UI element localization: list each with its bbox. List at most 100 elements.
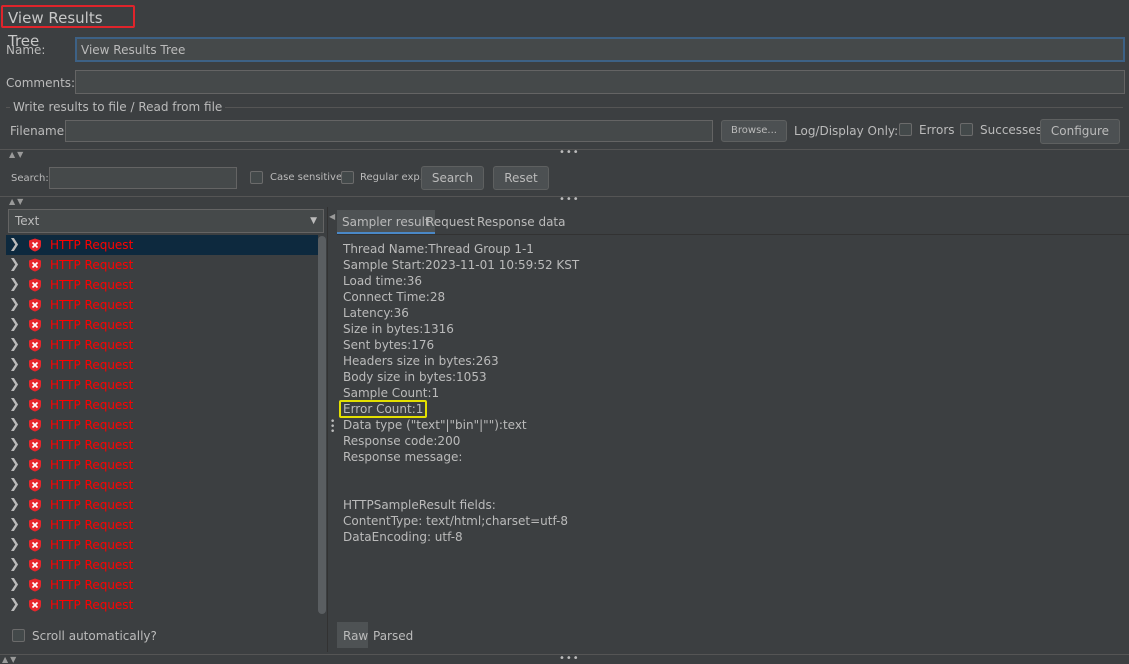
chevron-right-icon[interactable]: ❯ <box>9 455 20 475</box>
detail-text: Data type ("text"|"bin"|""):text <box>343 418 527 432</box>
chevron-right-icon[interactable]: ❯ <box>9 275 20 295</box>
tab-response-data[interactable]: Response data <box>472 210 570 234</box>
name-input[interactable] <box>75 37 1125 62</box>
detail-line: Error Count:1 <box>339 400 428 418</box>
file-section-legend: Write results to file / Read from file <box>10 100 226 114</box>
search-button[interactable]: Search <box>421 166 484 190</box>
tab-raw[interactable]: Raw <box>343 629 368 643</box>
error-shield-icon <box>29 538 41 552</box>
chevron-right-icon[interactable]: ❯ <box>9 495 20 515</box>
renderer-selected: Text <box>15 214 40 228</box>
tree-item[interactable]: ❯ HTTP Request <box>6 335 318 355</box>
detail-text: Thread Name:Thread Group 1-1 <box>343 242 534 256</box>
tree-item[interactable]: ❯ HTTP Request <box>6 495 318 515</box>
detail-text: Sample Start:2023-11-01 10:59:52 KST <box>343 258 580 272</box>
detail-line: Sample Count:1 <box>343 385 439 401</box>
configure-button[interactable]: Configure <box>1040 119 1120 144</box>
detail-line: Latency:36 <box>343 305 409 321</box>
error-shield-icon <box>29 598 41 612</box>
chevron-right-icon[interactable]: ❯ <box>9 315 20 335</box>
regex-checkbox[interactable] <box>341 171 354 184</box>
chevron-right-icon[interactable]: ❯ <box>9 235 20 255</box>
tree-item[interactable]: ❯ HTTP Request <box>6 455 318 475</box>
tree-item-label: HTTP Request <box>50 338 134 352</box>
name-label: Name: <box>6 43 46 57</box>
detail-text: Response code:200 <box>343 434 461 448</box>
tree-item[interactable]: ❯ HTTP Request <box>6 235 318 255</box>
detail-text: Body size in bytes:1053 <box>343 370 487 384</box>
results-tree[interactable]: ❯ HTTP Request ❯ HTTP Request ❯ HTTP Request ❯… <box>0 235 330 620</box>
detail-text: Sent bytes:176 <box>343 338 435 352</box>
browse-button[interactable]: Browse... <box>721 120 787 142</box>
tree-item[interactable]: ❯ HTTP Request <box>6 415 318 435</box>
chevron-right-icon[interactable]: ❯ <box>9 555 20 575</box>
tree-item-label: HTTP Request <box>50 278 134 292</box>
chevron-right-icon[interactable]: ❯ <box>9 295 20 315</box>
tree-item[interactable]: ❯ HTTP Request <box>6 315 318 335</box>
error-shield-icon <box>29 418 41 432</box>
detail-line: Body size in bytes:1053 <box>343 369 487 385</box>
splitter-grip[interactable]: ••• <box>330 418 335 437</box>
detail-text: Size in bytes:1316 <box>343 322 454 336</box>
error-shield-icon <box>29 298 41 312</box>
tree-item[interactable]: ❯ HTTP Request <box>6 515 318 535</box>
chevron-right-icon[interactable]: ❯ <box>9 535 20 555</box>
detail-line: HTTPSampleResult fields: <box>343 497 496 513</box>
tree-item[interactable]: ❯ HTTP Request <box>6 435 318 455</box>
chevron-down-icon: ▼ <box>310 216 317 226</box>
case-sensitive-checkbox[interactable] <box>250 171 263 184</box>
tree-scrollbar[interactable] <box>318 236 326 614</box>
chevron-right-icon[interactable]: ❯ <box>9 435 20 455</box>
chevron-right-icon[interactable]: ❯ <box>9 575 20 595</box>
splitter-grip[interactable]: ••• <box>559 194 580 205</box>
collapse-arrows[interactable]: ▲▼ <box>9 197 25 206</box>
detail-line: Thread Name:Thread Group 1-1 <box>343 241 534 257</box>
tree-item-label: HTTP Request <box>50 258 134 272</box>
comments-input[interactable] <box>75 70 1125 94</box>
tree-item[interactable]: ❯ HTTP Request <box>6 475 318 495</box>
chevron-right-icon[interactable]: ❯ <box>9 255 20 275</box>
tree-item[interactable]: ❯ HTTP Request <box>6 355 318 375</box>
tree-item[interactable]: ❯ HTTP Request <box>6 575 318 595</box>
tree-item[interactable]: ❯ HTTP Request <box>6 395 318 415</box>
error-shield-icon <box>29 578 41 592</box>
error-shield-icon <box>29 338 41 352</box>
error-shield-icon <box>29 278 41 292</box>
chevron-right-icon[interactable]: ❯ <box>9 415 20 435</box>
detail-text: ContentType: text/html;charset=utf-8 <box>343 514 568 528</box>
error-shield-icon <box>29 498 41 512</box>
tree-item[interactable]: ❯ HTTP Request <box>6 555 318 575</box>
chevron-right-icon[interactable]: ❯ <box>9 355 20 375</box>
tree-item-label: HTTP Request <box>50 398 134 412</box>
filename-input[interactable] <box>65 120 713 142</box>
errors-checkbox[interactable] <box>899 123 912 136</box>
chevron-right-icon[interactable]: ❯ <box>9 395 20 415</box>
chevron-right-icon[interactable]: ❯ <box>9 595 20 615</box>
tab-parsed[interactable]: Parsed <box>373 629 413 643</box>
error-count-highlight: Error Count:1 <box>339 400 428 418</box>
chevron-right-icon[interactable]: ❯ <box>9 515 20 535</box>
detail-line: Headers size in bytes:263 <box>343 353 499 369</box>
search-input[interactable] <box>49 167 237 189</box>
tab-request[interactable]: Request <box>421 210 480 234</box>
collapse-arrows[interactable]: ▲▼ <box>9 150 25 159</box>
tree-item[interactable]: ❯ HTTP Request <box>6 535 318 555</box>
tree-item-label: HTTP Request <box>50 518 134 532</box>
successes-checkbox[interactable] <box>960 123 973 136</box>
tree-item[interactable]: ❯ HTTP Request <box>6 255 318 275</box>
chevron-right-icon[interactable]: ❯ <box>9 335 20 355</box>
tree-item[interactable]: ❯ HTTP Request <box>6 595 318 615</box>
chevron-right-icon[interactable]: ❯ <box>9 375 20 395</box>
collapse-left-arrow[interactable]: ◀ <box>329 212 335 221</box>
splitter-grip[interactable]: ••• <box>559 147 580 158</box>
collapse-arrows[interactable]: ▲▼ <box>2 655 18 664</box>
renderer-select[interactable]: Text ▼ <box>8 209 324 233</box>
reset-button[interactable]: Reset <box>493 166 549 190</box>
tree-item[interactable]: ❯ HTTP Request <box>6 375 318 395</box>
tree-item[interactable]: ❯ HTTP Request <box>6 295 318 315</box>
splitter-grip[interactable]: ••• <box>559 653 580 664</box>
error-shield-icon <box>29 458 41 472</box>
scroll-auto-checkbox[interactable] <box>12 629 25 642</box>
chevron-right-icon[interactable]: ❯ <box>9 475 20 495</box>
tree-item[interactable]: ❯ HTTP Request <box>6 275 318 295</box>
